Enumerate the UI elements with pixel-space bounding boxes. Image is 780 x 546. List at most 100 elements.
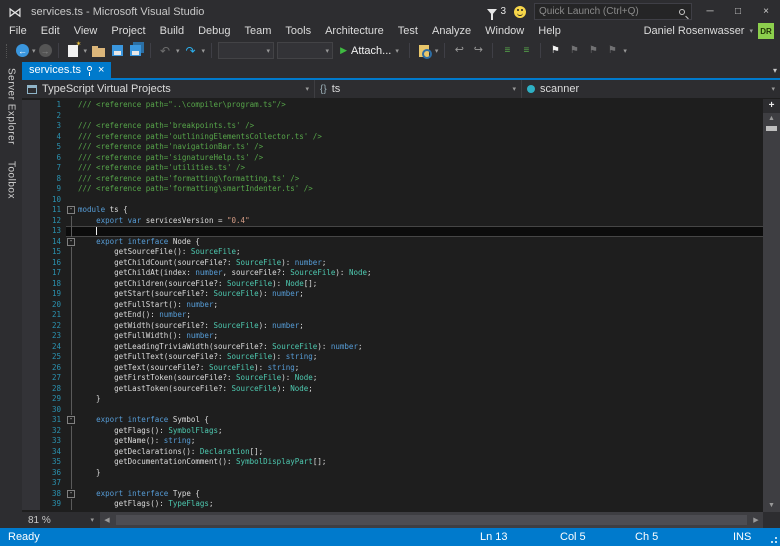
breakpoint-margin[interactable]	[22, 184, 40, 195]
menu-item-tools[interactable]: Tools	[278, 23, 318, 39]
breakpoint-margin[interactable]	[22, 404, 40, 415]
breakpoint-margin[interactable]	[22, 362, 40, 373]
code-line[interactable]: 20 getFullStart(): number;	[22, 299, 763, 310]
user-dropdown-caret-icon[interactable]: ▾	[749, 27, 753, 35]
breakpoint-margin[interactable]	[22, 247, 40, 258]
breakpoint-margin[interactable]	[22, 299, 40, 310]
code-line[interactable]: 24 getLeadingTriviaWidth(sourceFile?: So…	[22, 341, 763, 352]
breakpoint-margin[interactable]	[22, 467, 40, 478]
attach-button[interactable]: ▶ Attach... ▾	[336, 45, 403, 57]
horizontal-scroll-thumb[interactable]	[116, 515, 747, 525]
code-line[interactable]: 2	[22, 110, 763, 121]
maximize-button[interactable]: □	[728, 3, 748, 21]
project-dropdown[interactable]: TypeScript Virtual Projects ▾	[22, 80, 315, 98]
menu-item-file[interactable]: File	[2, 23, 34, 39]
code-line[interactable]: 16 getChildCount(sourceFile?: SourceFile…	[22, 257, 763, 268]
notifications-button[interactable]: 3	[487, 6, 506, 20]
undo-icon[interactable]: ↶	[157, 43, 173, 59]
menu-item-view[interactable]: View	[67, 23, 105, 39]
breakpoint-margin[interactable]	[22, 173, 40, 184]
breakpoint-margin[interactable]	[22, 457, 40, 468]
breakpoint-margin[interactable]	[22, 131, 40, 142]
code-line[interactable]: 6 /// <reference path='signatureHelp.ts' …	[22, 152, 763, 163]
close-button[interactable]: ×	[756, 3, 776, 21]
breakpoint-margin[interactable]	[22, 383, 40, 394]
tab-services-ts[interactable]: services.ts ×	[22, 62, 112, 78]
next-bookmark-icon[interactable]: ⚑	[585, 43, 601, 59]
code-line[interactable]: 18 getChildren(sourceFile?: SourceFile):…	[22, 278, 763, 289]
menu-item-team[interactable]: Team	[238, 23, 279, 39]
new-item-icon[interactable]	[67, 41, 82, 57]
menu-item-help[interactable]: Help	[531, 23, 568, 39]
member-dropdown[interactable]: scanner ▾	[522, 80, 780, 98]
code-line[interactable]: 38- export interface Type {	[22, 488, 763, 500]
code-line[interactable]: 26 getText(sourceFile?: SourceFile): str…	[22, 362, 763, 373]
menu-item-window[interactable]: Window	[478, 23, 531, 39]
code-line[interactable]: 7 /// <reference path='utilities.ts' />	[22, 163, 763, 174]
code-line[interactable]: 8 /// <reference path='formatting\formatt…	[22, 173, 763, 184]
navigate-return-icon[interactable]: ↩	[451, 43, 467, 59]
breakpoint-margin[interactable]	[22, 425, 40, 436]
navigate-goto-icon[interactable]: ↪	[470, 43, 486, 59]
navigate-forward-button[interactable]: →	[38, 44, 52, 57]
breakpoint-margin[interactable]	[22, 373, 40, 384]
signed-in-user[interactable]: Daniel Rosenwasser	[644, 25, 745, 37]
navigate-back-caret-icon[interactable]: ▾	[32, 47, 36, 55]
menu-item-test[interactable]: Test	[391, 23, 425, 39]
tab-close-icon[interactable]: ×	[98, 64, 104, 76]
breakpoint-margin[interactable]	[22, 226, 40, 237]
collapse-region-icon[interactable]: -	[67, 416, 75, 424]
code-line[interactable]: 4 /// <reference path='outliningElementsC…	[22, 131, 763, 142]
code-line[interactable]: 11- module ts {	[22, 205, 763, 216]
collapse-region-icon[interactable]: -	[67, 206, 75, 214]
redo-caret-icon[interactable]: ▾	[202, 47, 206, 55]
menu-item-architecture[interactable]: Architecture	[318, 23, 391, 39]
code-line[interactable]: 1 /// <reference path="..\compiler\progra…	[22, 100, 763, 111]
scroll-right-icon[interactable]: ▶	[749, 516, 763, 524]
code-line[interactable]: 23 getFullWidth(): number;	[22, 331, 763, 342]
code-line[interactable]: 13	[22, 226, 763, 237]
breakpoint-margin[interactable]	[22, 320, 40, 331]
save-icon[interactable]	[111, 45, 123, 56]
breakpoint-margin[interactable]	[22, 289, 40, 300]
breakpoint-margin[interactable]	[22, 478, 40, 489]
new-item-caret-icon[interactable]: ▾	[84, 47, 88, 55]
comment-lines-icon[interactable]: ≡	[499, 43, 515, 59]
debug-target-combo[interactable]: ▾	[218, 42, 275, 59]
breakpoint-margin[interactable]	[22, 100, 40, 111]
breakpoint-margin[interactable]	[22, 268, 40, 279]
code-line[interactable]: 19 getStart(sourceFile?: SourceFile): nu…	[22, 289, 763, 300]
code-line[interactable]: 39 getFlags(): TypeFlags;	[22, 499, 763, 510]
feedback-smiley-icon[interactable]	[514, 5, 526, 18]
menu-item-edit[interactable]: Edit	[34, 23, 67, 39]
code-line[interactable]: 3 /// <reference path='breakpoints.ts' />	[22, 121, 763, 132]
navigate-back-button[interactable]: ←	[16, 44, 29, 57]
breakpoint-margin[interactable]	[22, 331, 40, 342]
zoom-selector[interactable]: 81 % ▾	[22, 512, 100, 528]
horizontal-scrollbar[interactable]: ◀ ▶	[100, 512, 763, 528]
breakpoint-margin[interactable]	[22, 394, 40, 405]
code-line[interactable]: 28 getLastToken(sourceFile?: SourceFile)…	[22, 383, 763, 394]
collapse-region-icon[interactable]: -	[67, 237, 75, 246]
code-line[interactable]: 29 }	[22, 394, 763, 405]
code-line[interactable]: 37	[22, 478, 763, 489]
code-line[interactable]: 35 getDocumentationComment(): SymbolDisp…	[22, 457, 763, 468]
outlining-margin[interactable]: -	[66, 415, 78, 426]
breakpoint-margin[interactable]	[22, 142, 40, 153]
menu-item-build[interactable]: Build	[153, 23, 191, 39]
breakpoint-margin[interactable]	[22, 215, 40, 226]
code-line[interactable]: 33 getName(): string;	[22, 436, 763, 447]
outlining-margin[interactable]: -	[66, 237, 78, 248]
vertical-scroll-thumb[interactable]	[766, 126, 777, 131]
code-line[interactable]: 34 getDeclarations(): Declaration[];	[22, 446, 763, 457]
resize-grip[interactable]	[770, 536, 778, 544]
outlining-margin[interactable]: -	[66, 489, 78, 500]
menu-item-project[interactable]: Project	[104, 23, 152, 39]
undo-caret-icon[interactable]: ▾	[176, 47, 180, 55]
type-dropdown[interactable]: {} ts ▾	[315, 80, 522, 98]
vertical-scrollbar[interactable]: + ▲ ▼	[763, 99, 780, 512]
code-line[interactable]: 36 }	[22, 467, 763, 478]
splitter-handle-icon[interactable]: +	[763, 99, 780, 113]
breakpoint-margin[interactable]	[22, 499, 40, 510]
find-in-files-icon[interactable]	[418, 44, 432, 59]
